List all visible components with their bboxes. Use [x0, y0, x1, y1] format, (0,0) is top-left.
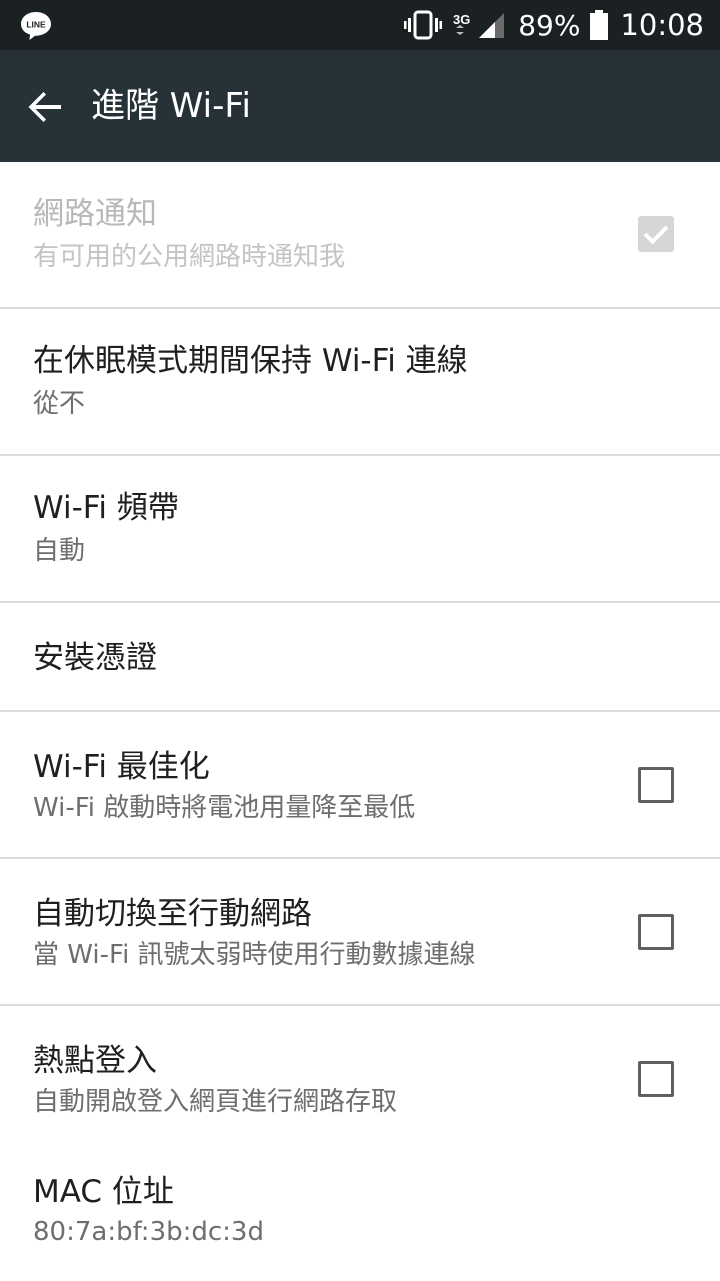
- clock: 10:08: [620, 8, 704, 42]
- setting-auto-switch-mobile[interactable]: 自動切換至行動網路 當 Wi-Fi 訊號太弱時使用行動數據連線: [0, 859, 720, 1006]
- setting-title: 熱點登入: [33, 1043, 157, 1079]
- setting-wifi-optimization[interactable]: Wi-Fi 最佳化 Wi-Fi 啟動時將電池用量降至最低: [0, 712, 720, 859]
- settings-list: 網路通知 有可用的公用網路時通知我 在休眠模式期間保持 Wi-Fi 連線 從不 …: [0, 162, 720, 1281]
- setting-title: Wi-Fi 頻帶: [33, 490, 179, 526]
- setting-title: 網路通知: [33, 196, 157, 232]
- back-button[interactable]: [20, 82, 70, 132]
- page-title: 進階 Wi-Fi: [91, 86, 251, 126]
- network-notification-checkbox[interactable]: [638, 216, 674, 252]
- setting-install-certificate[interactable]: 安裝憑證: [0, 603, 720, 712]
- setting-network-notification: 網路通知 有可用的公用網路時通知我: [0, 162, 720, 309]
- signal-icon: 3G: [453, 12, 505, 38]
- setting-title: MAC 位址: [33, 1174, 174, 1210]
- arrow-back-icon: [28, 92, 61, 122]
- auto-switch-checkbox[interactable]: [638, 914, 674, 950]
- line-icon: LINE: [21, 12, 51, 40]
- setting-title: 安裝憑證: [33, 640, 157, 676]
- setting-title: 在休眠模式期間保持 Wi-Fi 連線: [33, 343, 468, 379]
- setting-subtitle: 有可用的公用網路時通知我: [33, 242, 346, 272]
- mac-address-value: 80:7a:bf:3b:dc:3d: [33, 1217, 264, 1247]
- setting-title: 自動切換至行動網路: [33, 896, 312, 932]
- checkmark-icon: [643, 225, 669, 245]
- setting-subtitle: 自動開啟登入網頁進行網路存取: [33, 1087, 398, 1117]
- app-bar: 進階 Wi-Fi: [0, 50, 720, 162]
- vibrate-icon: [404, 10, 443, 40]
- setting-keep-wifi-sleep[interactable]: 在休眠模式期間保持 Wi-Fi 連線 從不: [0, 309, 720, 456]
- setting-subtitle: 從不: [33, 389, 86, 419]
- battery-percent: 89%: [518, 8, 581, 42]
- setting-subtitle: 當 Wi-Fi 訊號太弱時使用行動數據連線: [33, 940, 476, 970]
- network-type: 3G: [453, 12, 470, 27]
- hotspot-login-checkbox[interactable]: [638, 1061, 674, 1097]
- setting-title: Wi-Fi 最佳化: [33, 749, 210, 785]
- setting-wifi-band[interactable]: Wi-Fi 頻帶 自動: [0, 456, 720, 603]
- setting-hotspot-login[interactable]: 熱點登入 自動開啟登入網頁進行網路存取: [0, 1006, 720, 1148]
- line-icon-text: LINE: [26, 20, 46, 30]
- setting-subtitle: Wi-Fi 啟動時將電池用量降至最低: [33, 793, 416, 823]
- status-bar: LINE 3G 89% 10:08: [0, 0, 720, 50]
- battery-icon: [590, 10, 609, 40]
- wifi-optimization-checkbox[interactable]: [638, 767, 674, 803]
- setting-subtitle: 自動: [33, 536, 86, 566]
- setting-mac-address: MAC 位址 80:7a:bf:3b:dc:3d: [0, 1148, 720, 1281]
